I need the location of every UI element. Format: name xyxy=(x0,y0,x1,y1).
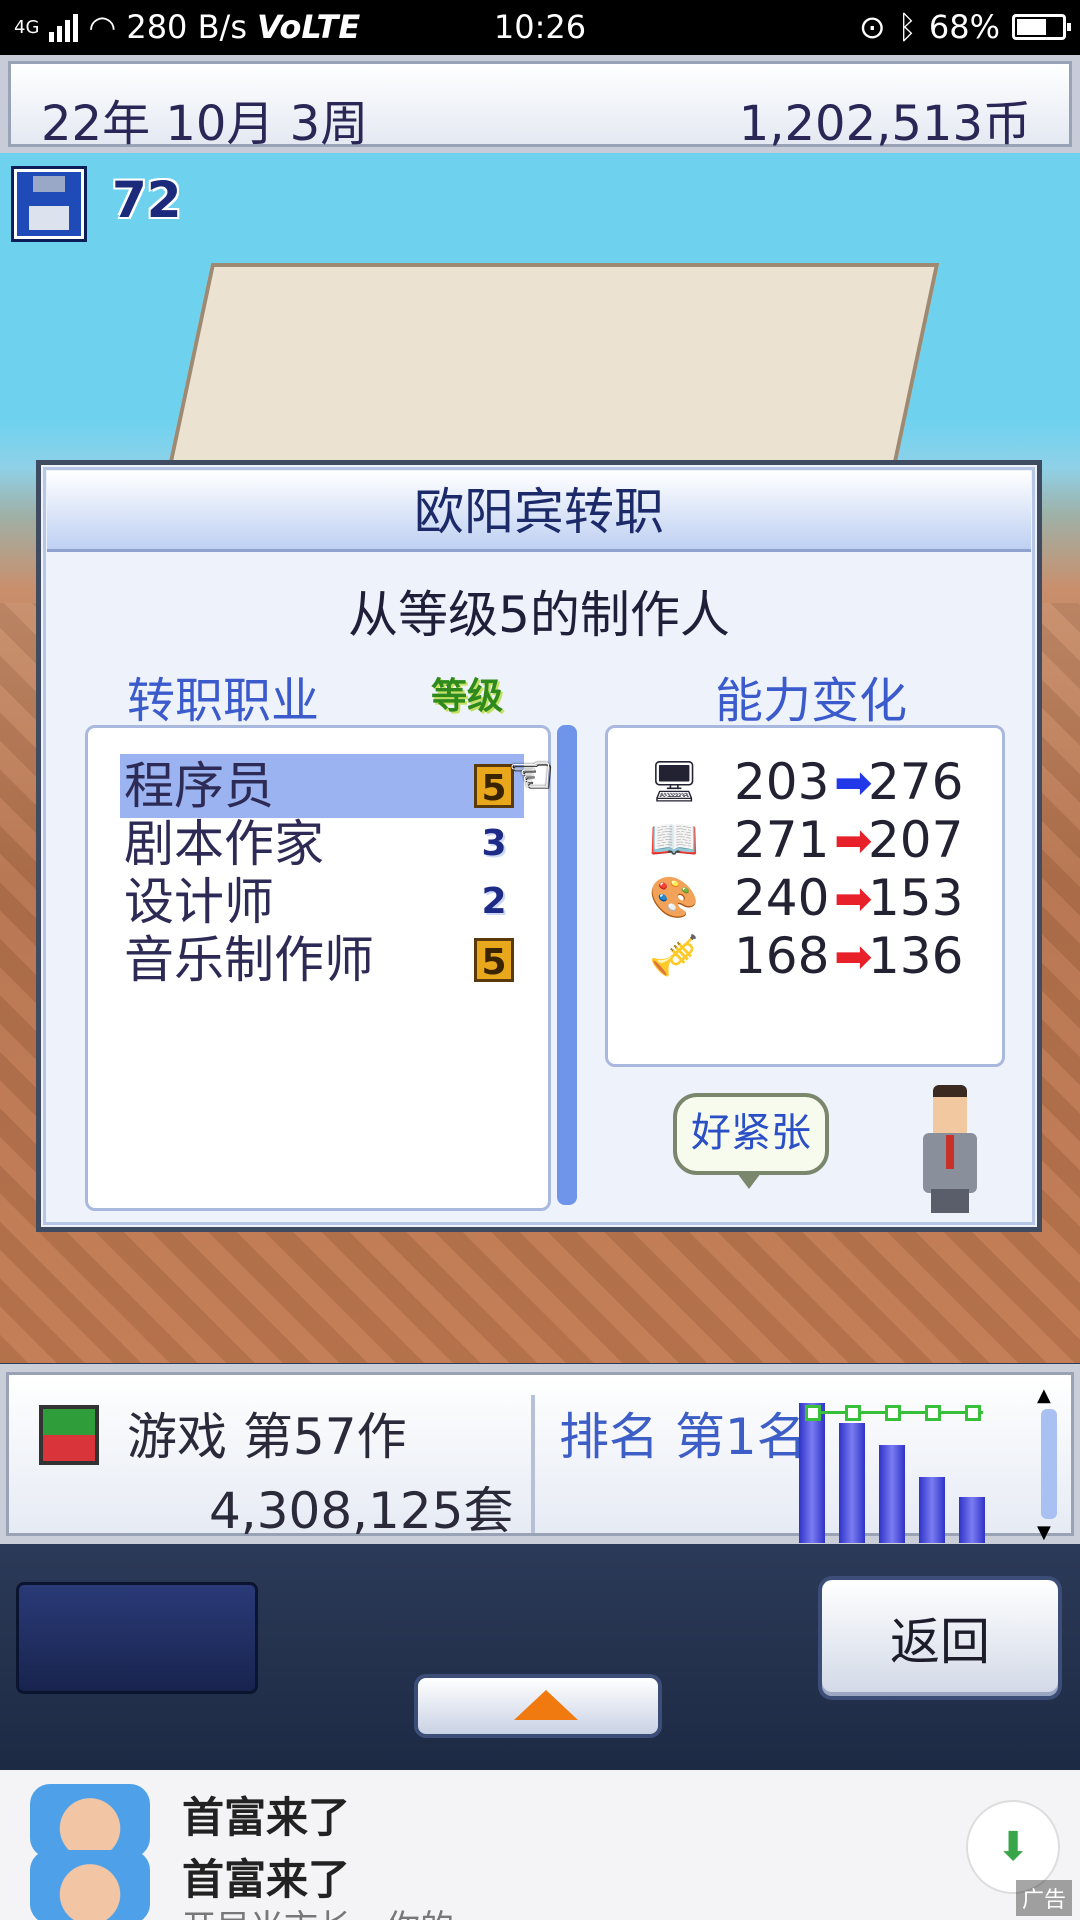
scroll-down-icon[interactable]: ▼ xyxy=(1037,1522,1051,1543)
job-item-music-producer[interactable]: 音乐制作师 5 xyxy=(124,928,524,992)
floppy-disk-icon xyxy=(14,169,84,239)
game-thumbnail-icon xyxy=(39,1405,99,1465)
status-right: ⊙ ᛒ 68% xyxy=(858,8,1071,46)
job-label: 设计师 xyxy=(124,873,274,931)
stats-column-header: 能力变化 xyxy=(715,673,908,729)
level-badge: 5 xyxy=(474,938,514,983)
stat-to: 153 xyxy=(868,869,964,927)
top-info-bar: 22年 10月 3周 1,202,513币 xyxy=(0,55,1080,153)
stat-row-programming: 🖥 203 ➡ 276 xyxy=(648,750,988,814)
level-column-header: 等级 xyxy=(431,676,504,717)
expand-up-button[interactable] xyxy=(418,1678,658,1734)
ad-description: 开局当市长，你的... xyxy=(182,1900,486,1920)
menu-slot[interactable] xyxy=(16,1582,258,1694)
back-button[interactable]: 返回 xyxy=(822,1580,1058,1696)
sales-bar xyxy=(839,1423,865,1543)
employee-avatar xyxy=(919,1085,981,1213)
arrow-down-icon: ➡ xyxy=(834,929,873,983)
game-rank: 排名 第1名 xyxy=(559,1408,807,1466)
ad-tag: 广告 xyxy=(1015,1880,1072,1916)
job-item-scriptwriter[interactable]: 剧本作家 3 xyxy=(124,812,524,876)
game-info-panel: 游戏 第57作 4,308,125套 排名 第1名 ▲ ▼ xyxy=(6,1372,1074,1543)
job-label: 剧本作家 xyxy=(124,815,324,873)
speech-bubble: 好紧张 xyxy=(673,1093,829,1189)
rotation-lock-icon: ⊙ xyxy=(858,8,886,46)
stat-change-box: 🖥 203 ➡ 276 📖 271 ➡ 207 🎨 240 ➡ 153 🎺 16… xyxy=(605,725,1005,1067)
job-label: 音乐制作师 xyxy=(124,931,374,989)
stat-from: 203 xyxy=(734,753,830,811)
book-icon: 📖 xyxy=(649,817,699,863)
ad-app-name: 首富来了 xyxy=(182,1855,351,1904)
ad-app-icon xyxy=(30,1850,150,1920)
game-date: 22年 10月 3周 xyxy=(41,96,369,152)
arrow-down-icon: ➡ xyxy=(834,871,873,925)
stat-to: 207 xyxy=(868,811,964,869)
sales-bar xyxy=(799,1403,825,1543)
scroll-up-icon[interactable]: ▲ xyxy=(1037,1385,1051,1406)
sales-bar xyxy=(959,1497,985,1543)
arrow-up-icon: ➡ xyxy=(834,755,873,809)
control-panel: 返回 xyxy=(0,1544,1080,1770)
battery-icon xyxy=(1012,14,1071,40)
job-item-programmer[interactable]: 程序员 5 xyxy=(120,754,524,818)
battery-percent: 68% xyxy=(928,8,1000,46)
sales-bar xyxy=(879,1445,905,1543)
stat-from: 271 xyxy=(734,811,830,869)
stat-row-sound: 🎺 168 ➡ 136 xyxy=(648,924,988,988)
stat-to: 276 xyxy=(868,753,964,811)
trend-dot xyxy=(925,1405,941,1421)
trend-dot xyxy=(845,1405,861,1421)
stat-from: 240 xyxy=(734,869,830,927)
trend-dot xyxy=(965,1405,981,1421)
palette-icon: 🎨 xyxy=(649,875,699,921)
dialog-subtitle: 从等级5的制作人 xyxy=(348,586,730,644)
level-badge: 2 xyxy=(481,881,507,922)
top-info-panel: 22年 10月 3周 1,202,513币 xyxy=(8,61,1072,152)
triangle-up-icon xyxy=(514,1690,578,1720)
stat-row-scenario: 📖 271 ➡ 207 xyxy=(648,808,988,872)
status-bar: 4G ◠ 280 B/s VoLTE 10:26 ⊙ ᛒ 68% xyxy=(0,0,1080,55)
game-title: 游戏 第57作 xyxy=(127,1408,407,1466)
pointing-hand-icon: ☜ xyxy=(507,745,554,805)
job-item-designer[interactable]: 设计师 2 xyxy=(124,870,524,934)
computer-icon: 🖥 xyxy=(648,759,700,805)
divider xyxy=(531,1395,535,1533)
job-list-scrollbar[interactable] xyxy=(557,725,577,1205)
money-counter: 1,202,513币 xyxy=(738,96,1031,152)
sales-bar xyxy=(919,1477,945,1543)
game-info-bar[interactable]: 游戏 第57作 4,308,125套 排名 第1名 ▲ ▼ xyxy=(0,1364,1080,1544)
stat-from: 168 xyxy=(734,927,830,985)
trend-dot xyxy=(885,1405,901,1421)
disk-count: 72 xyxy=(112,171,182,229)
job-change-dialog: 欧阳宾转职 从等级5的制作人 转职职业 等级 能力变化 程序员 5 剧本作家 3… xyxy=(36,460,1042,1232)
ad-app-icon xyxy=(30,1784,150,1858)
trumpet-icon: 🎺 xyxy=(649,933,699,979)
info-scrollbar[interactable]: ▲ ▼ xyxy=(1037,1385,1057,1543)
level-badge: 3 xyxy=(481,823,507,864)
arrow-down-icon: ➡ xyxy=(834,813,873,867)
game-sales: 4,308,125套 xyxy=(209,1482,514,1540)
dialog-title: 欧阳宾转职 xyxy=(47,471,1031,552)
stat-row-graphics: 🎨 240 ➡ 153 xyxy=(648,866,988,930)
stat-to: 136 xyxy=(868,927,964,985)
ad-banner[interactable]: 首富来了 ⬇ 首富来了 开局当市长，你的... 广告 xyxy=(0,1770,1080,1920)
bluetooth-icon: ᛒ xyxy=(897,8,917,46)
job-list: 程序员 5 剧本作家 3 设计师 2 音乐制作师 5 xyxy=(85,725,551,1211)
trend-dot xyxy=(805,1405,821,1421)
ad-app-name: 首富来了 xyxy=(182,1793,351,1842)
job-column-header: 转职职业 xyxy=(127,673,320,729)
scroll-track[interactable] xyxy=(1041,1409,1057,1519)
sales-bar-graph xyxy=(799,1395,999,1543)
job-label: 程序员 xyxy=(124,757,274,815)
